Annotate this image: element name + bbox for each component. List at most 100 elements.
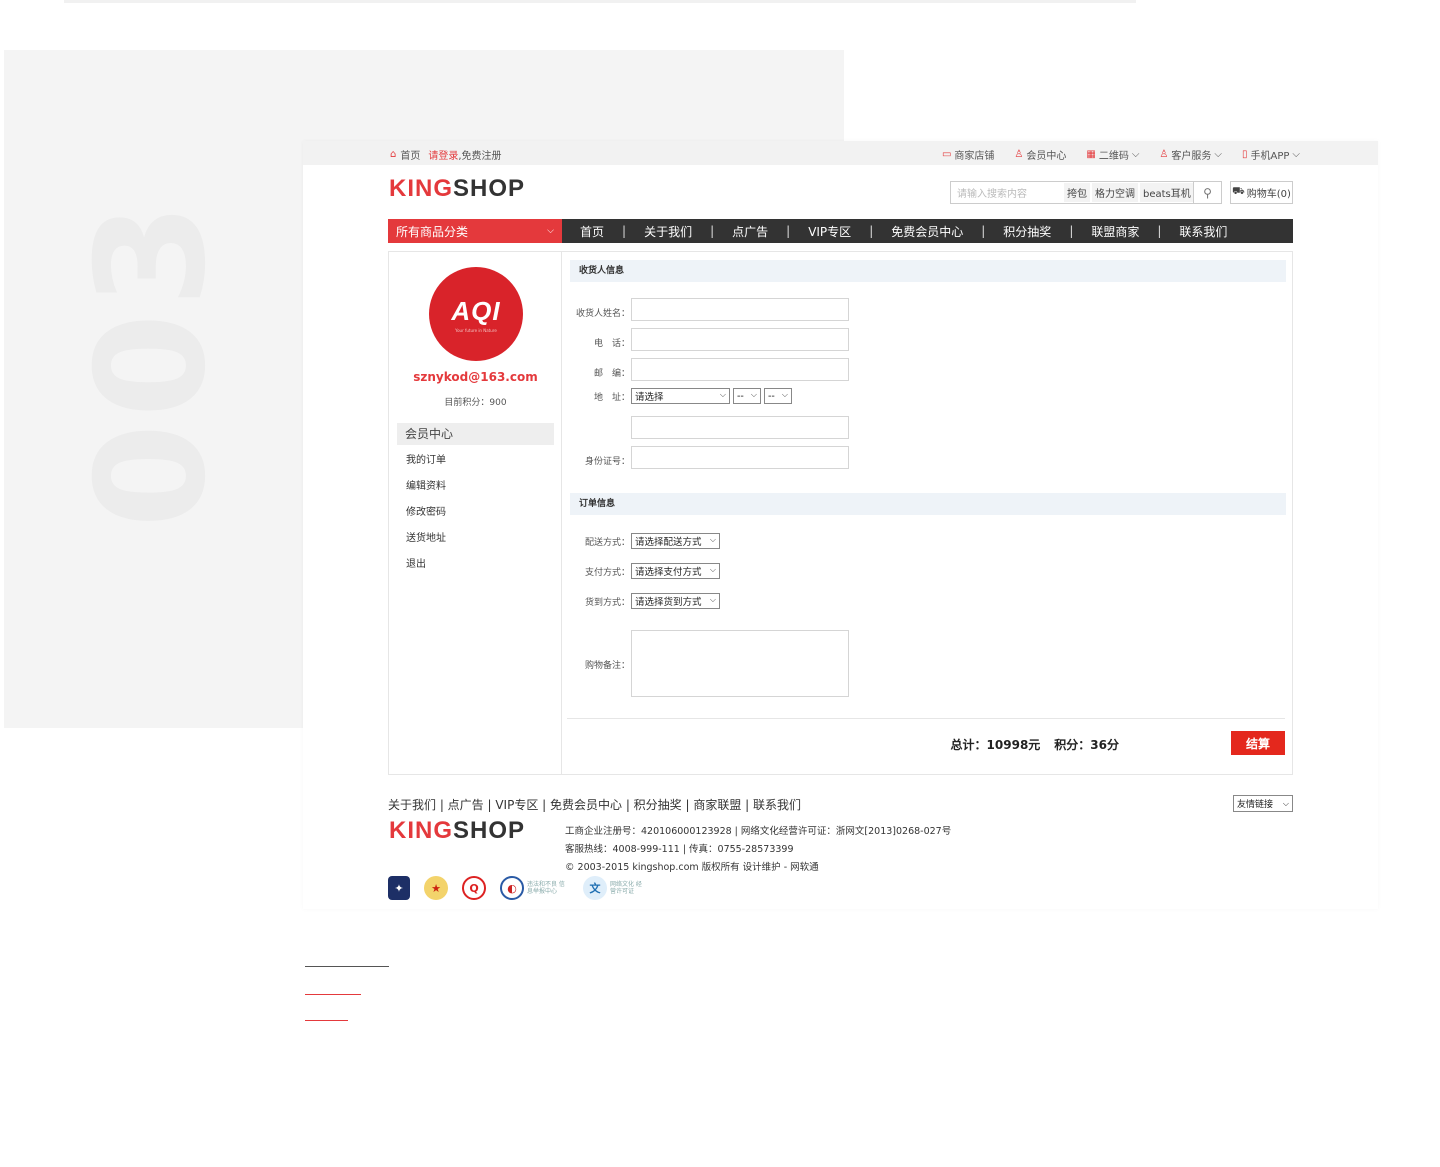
credit-badge[interactable]: Q: [462, 876, 486, 900]
phone-label: 电 话：: [593, 339, 630, 349]
nav-item[interactable]: 免费会员中心: [891, 223, 963, 240]
footer-info: 工商企业注册号：420106000123928 | 网络文化经营许可证：浙网文[…: [565, 823, 951, 877]
menu-item-logout[interactable]: 退出: [406, 556, 446, 582]
footer-logo: KINGSHOP: [389, 817, 526, 844]
mobile-app-menu[interactable]: ▯ 手机APP ⌵: [1242, 147, 1300, 162]
registration-text: 工商企业注册号：420106000123928 | 网络文化经营许可证：浙网文[…: [565, 826, 952, 837]
chevron-down-icon: ⌵: [1131, 149, 1140, 160]
checkout-form: 收货人信息 收货人姓名： 电 话： 邮 编： 地 址： 请选择 ⌵ -- ⌵ -- ⌵…: [570, 260, 1286, 700]
business-license-badge[interactable]: ★: [424, 876, 448, 900]
district-select[interactable]: -- ⌵: [764, 388, 792, 404]
search-bar: 请输入搜索内容 挎包 格力空调 beats耳机 ⚲: [950, 181, 1222, 204]
member-sidebar: AQI Your future in Nature sznykod@163.co…: [389, 252, 562, 774]
register-link[interactable]: ,免费注册: [458, 147, 501, 162]
top-bar: ⌂ 首页 请登录 ,免费注册 ▭ 商家店铺 ♙ 会员中心 ▦ 二维码 ⌵ ♙ 客户服务 ⌵ ▯…: [303, 141, 1378, 165]
main-nav: 所有商品分类 ⌵ 首页 | 关于我们 | 点广告 | VIP专区 | 免费会员中心 | 积…: [388, 219, 1293, 243]
customer-service-menu[interactable]: ♙ 客户服务 ⌵: [1159, 147, 1222, 162]
nav-item[interactable]: 点广告: [732, 223, 768, 240]
top-divider: [64, 0, 1136, 3]
nav-item[interactable]: 关于我们: [644, 223, 692, 240]
hotline-text: 客服热线：4008-999-111 | 传真：0755-28573399: [565, 844, 794, 855]
nav-item[interactable]: 联盟商家: [1091, 223, 1139, 240]
hot-word[interactable]: 挎包: [1064, 183, 1090, 202]
culture-icon: 文: [583, 876, 607, 900]
city-select[interactable]: -- ⌵: [733, 388, 761, 404]
address-label: 地 址：: [593, 393, 630, 403]
home-icon: ⌂: [390, 149, 397, 160]
summary-divider: [567, 718, 1285, 719]
chevron-down-icon: ⌵: [719, 390, 726, 399]
receiver-name-input[interactable]: [631, 298, 849, 321]
order-summary: 总计：10998元 积分：36分: [951, 736, 1119, 753]
chevron-down-icon: ⌵: [709, 565, 716, 574]
qrcode-icon: ▦: [1086, 149, 1096, 160]
section-number: 003: [65, 196, 239, 528]
receiver-section-title: 收货人信息: [570, 260, 1286, 282]
main-panel: AQI Your future in Nature sznykod@163.co…: [388, 251, 1293, 775]
home-link[interactable]: 首页: [400, 147, 420, 162]
arrival-select[interactable]: 请选择货到方式 ⌵: [631, 593, 720, 609]
id-number-input[interactable]: [631, 446, 849, 469]
delivery-select[interactable]: 请选择配送方式 ⌵: [631, 533, 720, 549]
order-section-title: 订单信息: [570, 493, 1286, 515]
cart-icon: ⛟: [1232, 186, 1245, 197]
chevron-down-icon: ⌵: [1292, 149, 1300, 160]
province-select[interactable]: 请选择 ⌵: [631, 388, 730, 404]
note-label: 购物备注：: [584, 661, 630, 671]
search-icon: ⚲: [1203, 185, 1212, 200]
arrival-label: 货到方式：: [584, 598, 630, 608]
address-detail-input[interactable]: [631, 416, 849, 439]
order-total: 总计：10998元: [950, 738, 1041, 752]
footer-links[interactable]: 关于我们 | 点广告 | VIP专区 | 免费会员中心 | 积分抽奖 | 商家联…: [388, 796, 801, 813]
nav-item[interactable]: 积分抽奖: [1003, 223, 1051, 240]
menu-item-orders[interactable]: 我的订单: [406, 452, 446, 478]
site-logo[interactable]: KINGSHOP: [389, 175, 525, 203]
decor-line-red: [305, 994, 361, 995]
copyright-text: © 2003-2015 kingshop.com 版权所有 设计维护 - 网软通: [565, 862, 819, 873]
all-categories-menu[interactable]: 所有商品分类 ⌵: [388, 219, 562, 243]
culture-license-badge[interactable]: 文网络文化 经营许可证: [583, 876, 646, 900]
id-number-label: 身份证号：: [584, 457, 630, 467]
menu-item-password[interactable]: 修改密码: [406, 504, 446, 530]
chevron-down-icon: ⌵: [1214, 149, 1222, 160]
cart-button[interactable]: ⛟ 购物车(0): [1230, 181, 1293, 204]
hot-word[interactable]: beats耳机: [1140, 183, 1194, 202]
chevron-down-icon: ⌵: [1282, 798, 1289, 808]
report-center-badge[interactable]: ◐ 违法和不良 信息举报中心: [500, 876, 569, 900]
menu-item-profile[interactable]: 编辑资料: [406, 478, 446, 504]
checkout-button[interactable]: 结算: [1231, 731, 1285, 755]
nav-item[interactable]: 联系我们: [1179, 223, 1227, 240]
user-icon: ♙: [1014, 149, 1024, 160]
zip-label: 邮 编：: [593, 369, 630, 379]
hot-word[interactable]: 格力空调: [1092, 183, 1138, 202]
report-icon: ◐: [500, 876, 524, 900]
phone-input[interactable]: [631, 328, 849, 351]
trust-badges: ✦ ★ Q ◐ 违法和不良 信息举报中心 文网络文化 经营许可证: [388, 876, 646, 900]
zip-input[interactable]: [631, 358, 849, 381]
police-badge[interactable]: ✦: [388, 876, 410, 900]
decor-line: [305, 966, 389, 967]
merchant-store-link[interactable]: ▭ 商家店铺: [942, 147, 994, 162]
chevron-down-icon: ⌵: [709, 535, 716, 544]
friend-links-select[interactable]: 友情链接 ⌵: [1233, 795, 1293, 812]
receiver-name-label: 收货人姓名：: [575, 309, 630, 319]
qrcode-menu[interactable]: ▦ 二维码 ⌵: [1086, 147, 1139, 162]
note-textarea[interactable]: [631, 630, 849, 697]
search-input[interactable]: 请输入搜索内容: [951, 185, 1064, 200]
order-points: 积分：36分: [1054, 738, 1119, 752]
decor-line-red: [305, 1020, 348, 1021]
police-badge-icon: ✦: [388, 876, 410, 900]
nav-item[interactable]: VIP专区: [808, 223, 851, 240]
member-center-link[interactable]: ♙ 会员中心: [1014, 147, 1066, 162]
search-button[interactable]: ⚲: [1193, 182, 1221, 203]
chevron-down-icon: ⌵: [750, 390, 757, 399]
menu-item-address[interactable]: 送货地址: [406, 530, 446, 556]
nav-item[interactable]: 首页: [580, 223, 604, 240]
store-icon: ▭: [941, 149, 952, 160]
payment-select[interactable]: 请选择支付方式 ⌵: [631, 563, 720, 579]
service-icon: ♙: [1159, 149, 1169, 160]
user-points: 目前积分：900: [444, 398, 507, 408]
payment-label: 支付方式：: [584, 568, 630, 578]
page-screenshot: ⌂ 首页 请登录 ,免费注册 ▭ 商家店铺 ♙ 会员中心 ▦ 二维码 ⌵ ♙ 客户服务 ⌵ ▯…: [303, 141, 1378, 909]
login-link[interactable]: 请登录: [428, 147, 458, 162]
